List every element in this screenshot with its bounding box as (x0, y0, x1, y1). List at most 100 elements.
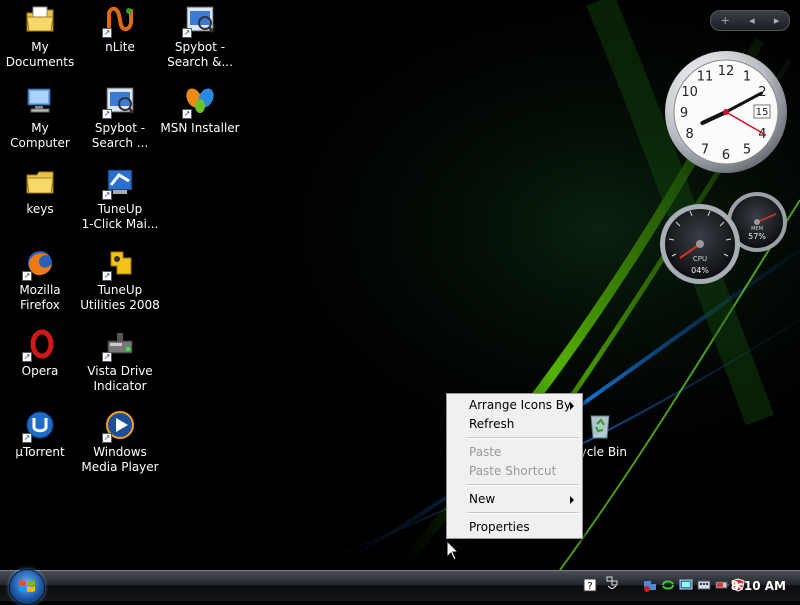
clock-numeral: 6 (722, 148, 730, 163)
spybot-icon: ↗ (102, 85, 136, 119)
desktop-icon-msn-installer[interactable]: ↗ MSN Installer (160, 83, 240, 161)
desktop-icon-windows-media-player[interactable]: ↗ Windows Media Player (80, 407, 160, 485)
shortcut-arrow-icon: ↗ (22, 433, 32, 443)
desktop-icon-label: nLite (105, 40, 135, 54)
menu-item-label: Properties (469, 520, 530, 534)
tuneup-utilities-icon: ↗ (102, 247, 136, 281)
desktop-icon-label: My Computer (10, 121, 70, 150)
cpu-value: 04% (691, 266, 709, 275)
clock-face: 12456789101112 15 (665, 51, 787, 173)
menu-item-paste-shortcut: Paste Shortcut (449, 462, 580, 481)
desktop-icon-vista-drive-indicator[interactable]: ↗ Vista Drive Indicator (80, 326, 160, 404)
sync-icon[interactable] (661, 578, 675, 592)
cpu-meter-gadget[interactable]: CPU 04% MEM 57% (660, 192, 790, 286)
desktop-icon-label: Spybot - Search &... (167, 40, 233, 69)
firefox-icon: ↗ (22, 247, 56, 281)
desktop-icon-label: Opera (21, 364, 59, 378)
menu-item-properties[interactable]: Properties (449, 518, 580, 537)
submenu-arrow-icon (570, 402, 574, 410)
desktop[interactable]: My Documents ↗ nLite ↗ Spybot - Search &… (0, 0, 800, 570)
keyboard-icon[interactable] (697, 578, 711, 592)
media-player-icon: ↗ (102, 409, 136, 443)
desktop-icon-label: My Documents (5, 40, 75, 69)
desktop-icon-label: Spybot - Search ... (91, 121, 149, 150)
clock-date: 15 (756, 107, 769, 118)
monitor-icon[interactable] (679, 578, 693, 592)
clock-numeral: 10 (681, 85, 698, 100)
shortcut-arrow-icon: ↗ (102, 433, 112, 443)
shortcut-arrow-icon: ↗ (102, 28, 112, 38)
clock-numeral: 11 (697, 70, 714, 85)
desktop-icon-opera[interactable]: ↗ Opera (0, 326, 80, 404)
memory-value: 57% (748, 232, 766, 241)
network-icon[interactable] (605, 575, 619, 589)
desktop-icon-tuneup-1click[interactable]: ↗ TuneUp 1-Click Mai... (80, 164, 160, 242)
shortcut-arrow-icon: ↗ (102, 271, 112, 281)
menu-item-new[interactable]: New (449, 490, 580, 509)
shortcut-arrow-icon: ↗ (22, 352, 32, 362)
menu-item-label: Arrange Icons By (469, 398, 572, 412)
desktop-icon-utorrent[interactable]: ↗ µTorrent (0, 407, 80, 485)
shortcut-arrow-icon: ↗ (182, 28, 192, 38)
desktop-icon-spybot-1[interactable]: ↗ Spybot - Search &... (160, 2, 240, 80)
drive-icon: ↗ (102, 328, 136, 362)
shortcut-arrow-icon: ↗ (102, 109, 112, 119)
folder-documents-icon (24, 4, 56, 36)
battery-icon[interactable] (715, 578, 729, 592)
desktop-icon-tuneup-utilities[interactable]: ↗ TuneUp Utilities 2008 (80, 245, 160, 323)
svg-text:?: ? (587, 581, 592, 592)
clock-numeral: 1 (743, 70, 751, 85)
desktop-icon-my-documents[interactable]: My Documents (0, 2, 80, 80)
mouse-cursor-icon (446, 540, 460, 561)
recycle-bin-icon (584, 409, 616, 441)
desktop-context-menu: Arrange Icons By Refresh Paste Paste Sho… (446, 393, 583, 539)
desktop-icon-label: MSN Installer (160, 121, 240, 135)
folder-icon (24, 166, 56, 198)
menu-item-label: Paste Shortcut (469, 464, 557, 478)
msn-butterfly-icon: ↗ (182, 85, 216, 119)
taskbar: ? 8:10 AM (0, 569, 800, 605)
desktop-icon-label: TuneUp Utilities 2008 (80, 283, 160, 312)
utorrent-icon: ↗ (22, 409, 56, 443)
desktop-icon-label: TuneUp 1-Click Mai... (81, 202, 159, 231)
desktop-icon-keys[interactable]: keys (0, 164, 80, 242)
desktop-icon-label: Vista Drive Indicator (87, 364, 153, 393)
spybot-icon: ↗ (182, 4, 216, 38)
previous-gadget-button[interactable]: ◂ (749, 14, 755, 27)
desktop-icon-label: Windows Media Player (81, 445, 159, 474)
taskbar-clock[interactable]: 8:10 AM (731, 579, 786, 593)
tuneup-icon: ↗ (102, 166, 136, 200)
clock-gadget[interactable]: 12456789101112 15 (662, 49, 790, 175)
desktop-icon-label: Mozilla Firefox (19, 283, 61, 312)
computer-icon (24, 85, 56, 117)
help-icon[interactable]: ? (583, 578, 597, 592)
menu-item-arrange-icons-by[interactable]: Arrange Icons By (449, 396, 580, 415)
clock-numeral: 8 (685, 127, 693, 142)
clock-numeral: 12 (718, 64, 735, 79)
shortcut-arrow-icon: ↗ (102, 190, 112, 200)
add-gadget-button[interactable]: + (721, 14, 730, 27)
desktop-icon-label: µTorrent (15, 445, 65, 459)
menu-separator (467, 512, 579, 514)
clock-numeral: 5 (743, 142, 751, 157)
shortcut-arrow-icon: ↗ (182, 109, 192, 119)
clock-numeral: 9 (680, 106, 688, 121)
menu-item-refresh[interactable]: Refresh (449, 415, 580, 434)
menu-separator (467, 437, 579, 439)
cpu-label: CPU (693, 255, 707, 263)
menu-item-label: Refresh (469, 417, 515, 431)
next-gadget-button[interactable]: ▸ (774, 14, 780, 27)
shortcut-arrow-icon: ↗ (22, 271, 32, 281)
desktop-icon-my-computer[interactable]: My Computer (0, 83, 80, 161)
windows-logo-icon (19, 580, 35, 593)
shortcut-arrow-icon: ↗ (102, 352, 112, 362)
network-status-icon[interactable] (643, 578, 657, 592)
desktop-icon-mozilla-firefox[interactable]: ↗ Mozilla Firefox (0, 245, 80, 323)
desktop-icon-nlite[interactable]: ↗ nLite (80, 2, 160, 80)
sidebar-controls: + ◂ ▸ (710, 10, 790, 31)
menu-separator (467, 484, 579, 486)
menu-item-label: Paste (469, 445, 502, 459)
desktop-icon-spybot-2[interactable]: ↗ Spybot - Search ... (80, 83, 160, 161)
notification-area: ? 8:10 AM (575, 574, 800, 598)
menu-item-paste: Paste (449, 443, 580, 462)
